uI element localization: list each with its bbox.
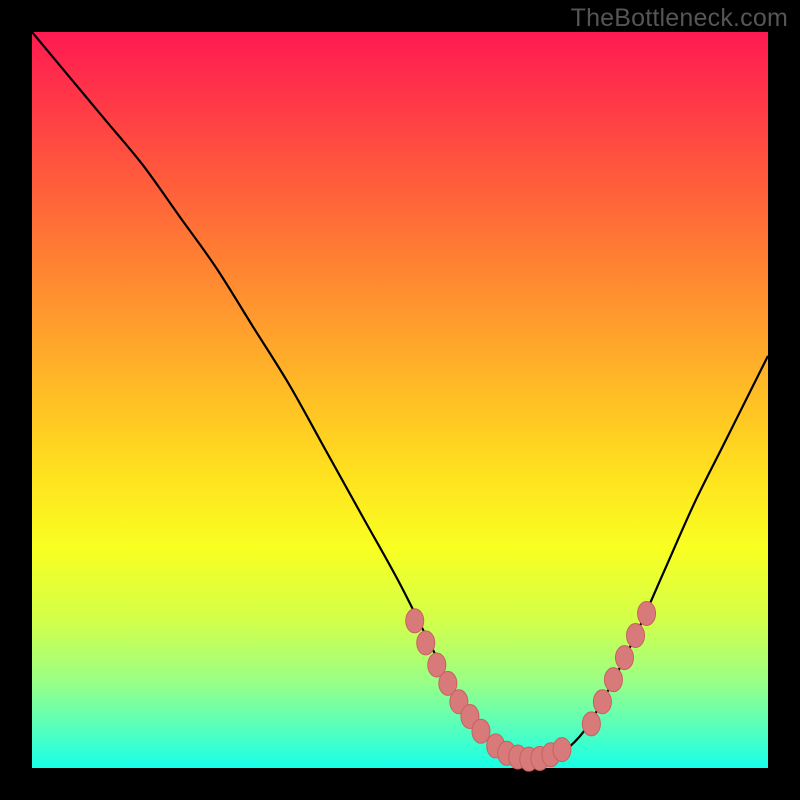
data-point-marker xyxy=(604,668,622,692)
data-point-marker xyxy=(638,601,656,625)
data-point-marker xyxy=(553,738,571,762)
data-point-markers xyxy=(406,601,656,771)
data-point-marker xyxy=(417,631,435,655)
data-point-marker xyxy=(627,624,645,648)
data-point-marker xyxy=(406,609,424,633)
data-point-marker xyxy=(615,646,633,670)
data-point-marker xyxy=(472,719,490,743)
bottleneck-curve-line xyxy=(32,32,768,762)
data-point-marker xyxy=(593,690,611,714)
bottleneck-chart xyxy=(32,32,768,768)
data-point-marker xyxy=(582,712,600,736)
watermark-text: TheBottleneck.com xyxy=(571,4,788,33)
